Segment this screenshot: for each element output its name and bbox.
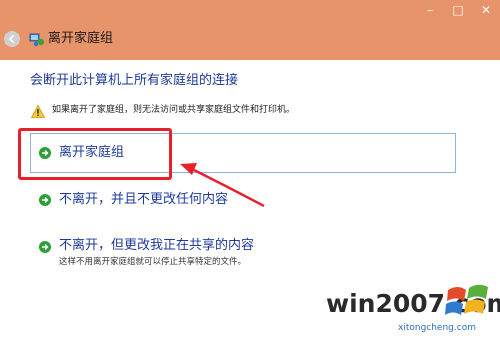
option-title: 不离开，但更改我正在共享的内容	[59, 238, 255, 253]
page-heading: 会断开此计算机上所有家庭组的连接	[30, 73, 239, 88]
window-title: 离开家庭组	[48, 31, 114, 46]
option-change-sharing[interactable]: 不离开，但更改我正在共享的内容 这样不用离开家庭组就可以停止共享特定的文件。	[30, 234, 456, 270]
green-arrow-icon	[39, 194, 51, 206]
title-bar: 离开家庭组 – □ ✕	[0, 0, 500, 60]
option-description: 这样不用离开家庭组就可以停止共享特定的文件。	[59, 257, 247, 267]
option-title: 不离开，并且不更改任何内容	[59, 192, 229, 207]
watermark: win2007.com xitongcheng.com	[326, 282, 500, 344]
warning-icon	[31, 105, 45, 118]
warning-text: 如果离开了家庭组，则无法访问或共享家庭组文件和打印机。	[52, 105, 296, 115]
homegroup-icon	[29, 33, 45, 47]
maximize-button[interactable]: □	[444, 0, 472, 20]
back-arrow-icon	[8, 34, 15, 44]
window-controls: – □ ✕	[416, 0, 500, 20]
windows-logo-icon	[445, 284, 488, 315]
green-arrow-icon	[39, 241, 51, 253]
watermark-sub: xitongcheng.com	[398, 323, 476, 333]
option-keep-unchanged[interactable]: 不离开，并且不更改任何内容	[30, 187, 456, 215]
back-button[interactable]	[4, 31, 20, 47]
close-button[interactable]: ✕	[472, 0, 500, 20]
annotation-highlight-box	[18, 128, 172, 180]
minimize-button[interactable]: –	[416, 0, 444, 20]
